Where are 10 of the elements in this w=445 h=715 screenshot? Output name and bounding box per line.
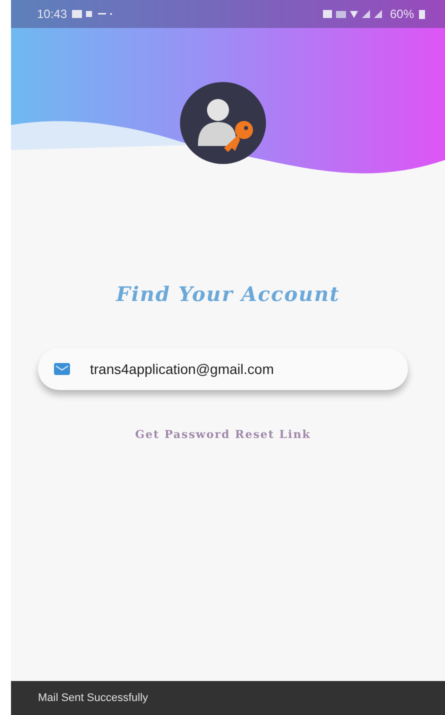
signal-icons: [322, 9, 385, 19]
status-time: 10:43: [37, 7, 68, 21]
notification-icons: [72, 10, 112, 18]
battery-icon: [419, 9, 425, 19]
email-field[interactable]: trans4application@gmail.com: [88, 360, 372, 378]
page-title: Find Your Account: [116, 282, 340, 306]
snackbar-message: Mail Sent Successfully: [38, 692, 148, 704]
user-key-icon: [180, 82, 266, 164]
mail-icon: [54, 363, 70, 375]
battery-percent: 60%: [390, 7, 414, 21]
